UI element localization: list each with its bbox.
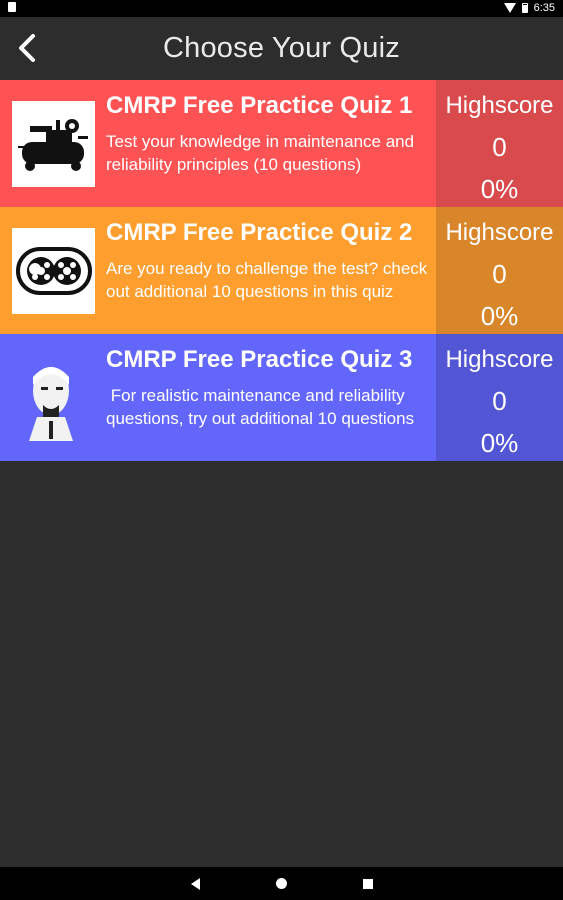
quiz-3-description: For realistic maintenance and reliabilit…	[106, 386, 415, 428]
nav-home-icon[interactable]	[275, 878, 287, 889]
quiz-1-highscore-value: 0	[492, 131, 507, 162]
quiz-1-thumbnail	[12, 101, 95, 187]
quiz-card-3[interactable]: CMRP Free Practice Quiz 3 For realistic …	[0, 334, 563, 461]
quiz-2-score-panel: Highscore 0 0%	[436, 207, 563, 334]
quiz-3-highscore-value: 0	[492, 385, 507, 416]
system-nav-bar	[0, 867, 563, 900]
quiz-2-thumbnail	[12, 228, 95, 314]
quiz-2-description: Are you ready to challenge the test? che…	[106, 259, 428, 301]
quiz-1-highscore-label: Highscore	[445, 92, 554, 119]
quiz-2-title: CMRP Free Practice Quiz 2	[106, 219, 413, 246]
nav-recents-icon[interactable]	[362, 878, 373, 889]
quiz-1-body[interactable]: CMRP Free Practice Quiz 1 Test your know…	[0, 80, 436, 207]
quiz-1-description: Test your knowledge in maintenance and r…	[106, 132, 415, 174]
signal-icon	[503, 3, 516, 13]
quiz-2-highscore-value: 0	[492, 258, 507, 289]
status-time: 6:35	[533, 2, 555, 14]
app-bar: Choose Your Quiz	[0, 17, 563, 80]
air-compressor-icon	[17, 119, 88, 171]
quiz-3-highscore-percent: 0%	[480, 428, 519, 458]
quiz-2-highscore-label: Highscore	[445, 219, 554, 246]
gear-pump-icon	[15, 247, 92, 295]
quiz-card-1[interactable]: CMRP Free Practice Quiz 1 Test your know…	[0, 80, 563, 207]
quiz-1-score-panel: Highscore 0 0%	[436, 80, 563, 207]
page-title: Choose Your Quiz	[163, 32, 400, 64]
status-bar: 6:35	[0, 0, 563, 17]
quiz-2-highscore-percent: 0%	[480, 301, 519, 331]
quiz-3-score-panel: Highscore 0 0%	[436, 334, 563, 461]
quiz-card-2[interactable]: CMRP Free Practice Quiz 2 Are you ready …	[0, 207, 563, 334]
portrait-icon	[28, 367, 73, 441]
quiz-3-title: CMRP Free Practice Quiz 3	[106, 346, 413, 373]
quiz-3-highscore-label: Highscore	[445, 346, 554, 373]
battery-icon	[521, 3, 528, 13]
nav-back-icon[interactable]	[190, 877, 200, 890]
quiz-2-body[interactable]: CMRP Free Practice Quiz 2 Are you ready …	[0, 207, 436, 334]
quiz-1-title: CMRP Free Practice Quiz 1	[106, 92, 413, 119]
quiz-3-thumbnail	[12, 355, 95, 441]
quiz-3-body[interactable]: CMRP Free Practice Quiz 3 For realistic …	[0, 334, 436, 461]
notification-doc-icon	[8, 2, 16, 12]
quiz-1-highscore-percent: 0%	[480, 174, 519, 204]
